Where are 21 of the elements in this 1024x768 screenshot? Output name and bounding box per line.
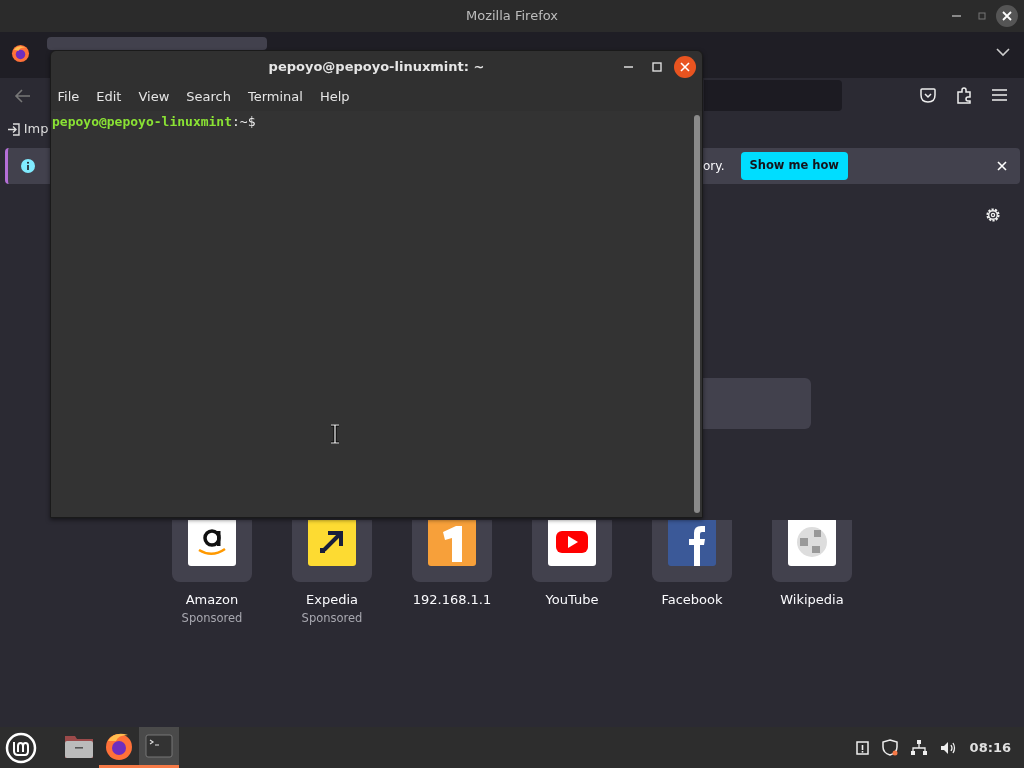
sponsored-label: Sponsored [301,609,363,627]
notification-text: ory. [703,158,725,175]
shortcut-label[interactable]: 192.168.1.1 [412,590,492,610]
shortcut-label[interactable]: Wikipedia [780,590,844,610]
clock[interactable]: 08:16 [969,737,1011,758]
menu-item[interactable]: File [57,87,80,107]
shortcut-label[interactable]: Amazon [185,590,239,610]
shortcut-label[interactable]: Facebook [661,590,723,610]
menu-item[interactable]: Search [186,87,231,107]
show-me-how-button[interactable]: Show me how [740,152,848,180]
menu-item[interactable]: Edit [96,87,122,107]
menu-item[interactable]: Terminal [248,87,303,107]
window-title: Mozilla Firefox [466,7,558,26]
shortcut-label[interactable]: YouTube [545,590,599,610]
sponsored-label: Sponsored [181,609,243,627]
menu-item[interactable]: Help [319,87,350,107]
menu-item[interactable]: View [138,87,170,107]
window-title: pepoyo@pepoyo-linuxmint: ~ [268,58,485,77]
command-prompt: pepoyo@pepoyo-linuxmint:~$ [52,113,256,131]
bookmark-link[interactable]: Imp [23,119,49,139]
shortcut-label[interactable]: Expedia [306,590,358,610]
